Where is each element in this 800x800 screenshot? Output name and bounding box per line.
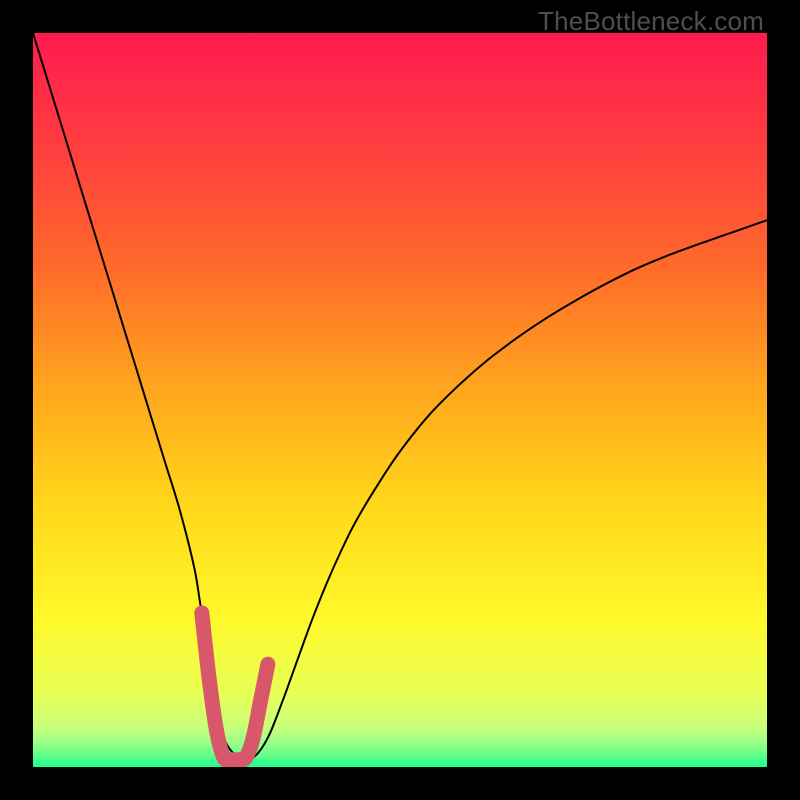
chart-svg — [33, 33, 767, 767]
gradient-background — [33, 33, 767, 767]
chart-frame: TheBottleneck.com — [0, 0, 800, 800]
plot-area — [33, 33, 767, 767]
